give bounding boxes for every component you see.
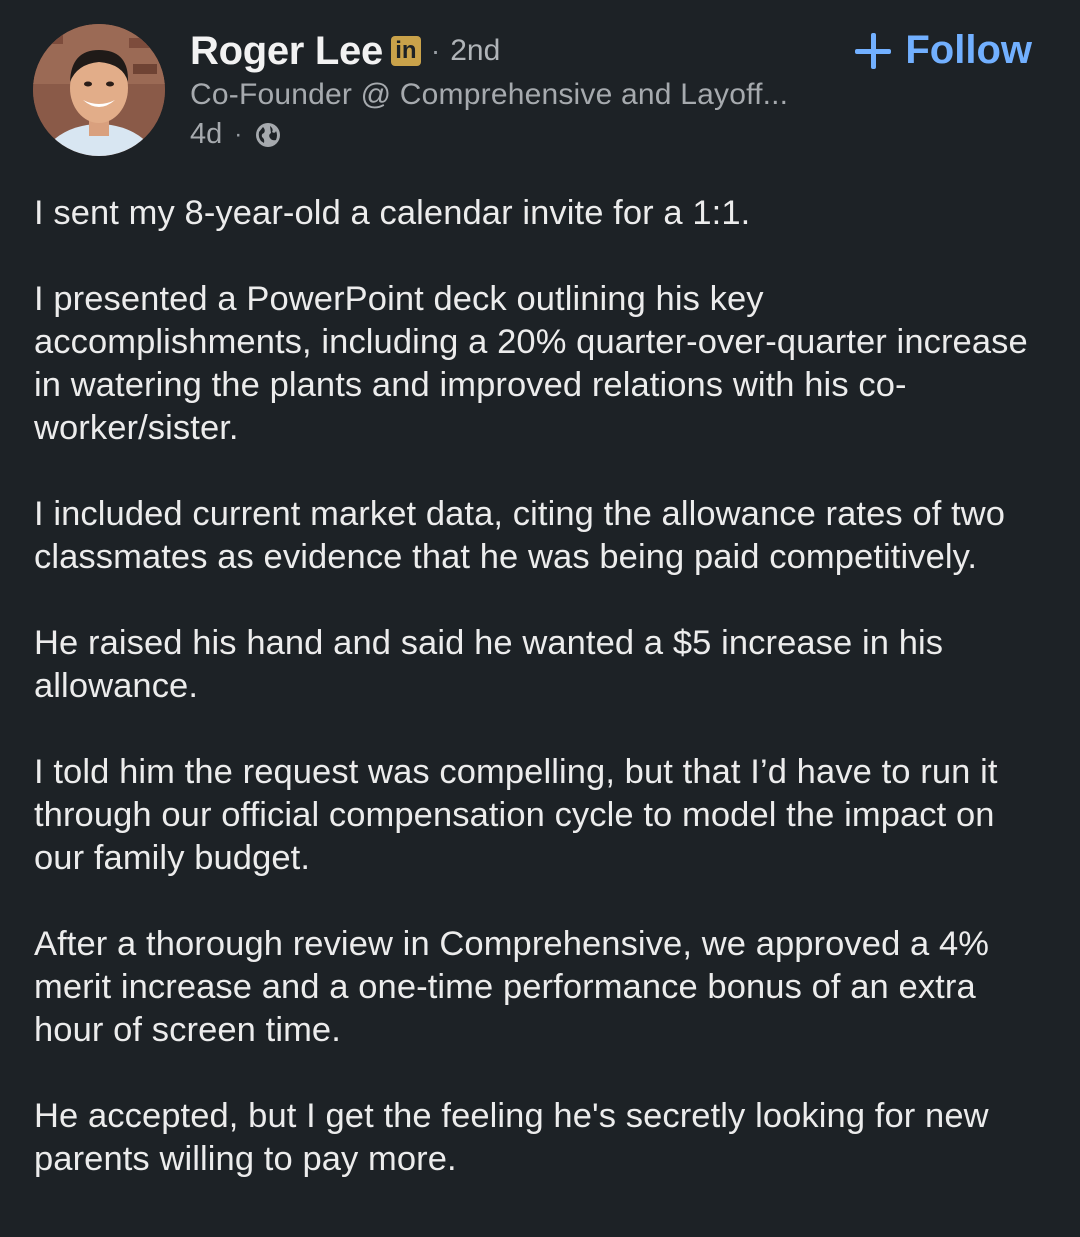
connection-degree: 2nd	[450, 34, 501, 67]
post-body: I sent my 8-year-old a calendar invite f…	[34, 192, 1044, 1181]
dot-separator: ·	[430, 35, 441, 66]
follow-label: Follow	[905, 28, 1032, 72]
plus-icon	[855, 32, 892, 69]
post-paragraph: He accepted, but I get the feeling he's …	[34, 1097, 989, 1178]
author-info: Roger Lee in · 2nd Co-Founder @ Comprehe…	[190, 26, 788, 151]
post-paragraph: After a thorough review in Comprehensive…	[34, 925, 990, 1049]
linkedin-premium-badge-icon: in	[390, 36, 421, 66]
post-time: 4d	[190, 118, 223, 150]
follow-button[interactable]: Follow	[855, 28, 1032, 73]
post-meta: 4d ·	[190, 118, 788, 151]
post-paragraph: I told him the request was compelling, b…	[34, 753, 998, 877]
post-paragraph: I included current market data, citing t…	[34, 495, 1006, 576]
author-name-row: Roger Lee in · 2nd	[190, 26, 788, 76]
post-paragraph: I sent my 8-year-old a calendar invite f…	[34, 194, 751, 232]
post-header: Roger Lee in · 2nd Co-Founder @ Comprehe…	[0, 0, 1080, 170]
author-headline: Co-Founder @ Comprehensive and Layoff...	[190, 78, 789, 111]
dot-separator: ·	[234, 120, 243, 148]
post-paragraph: I presented a PowerPoint deck outlining …	[34, 280, 1028, 447]
globe-icon	[254, 121, 282, 149]
post-paragraph: He raised his hand and said he wanted a …	[34, 624, 944, 705]
author-name[interactable]: Roger Lee	[190, 29, 383, 74]
author-avatar[interactable]	[33, 24, 165, 156]
